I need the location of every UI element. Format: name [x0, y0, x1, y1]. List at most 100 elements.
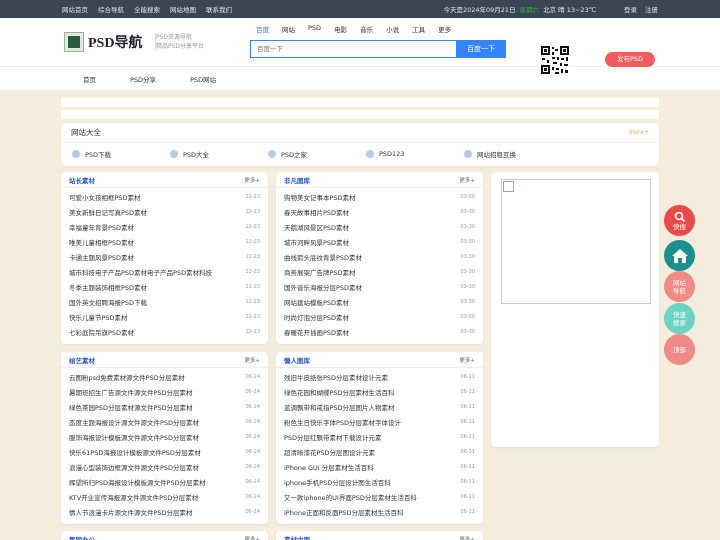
item-title[interactable]: 又一款iphone的UI界面PSD分层素材生活百科 — [284, 492, 417, 502]
list-item[interactable]: 超清晰漆花PSD分层图设计元素 06-11 — [284, 444, 475, 459]
search-tab-psd[interactable]: PSD — [308, 24, 321, 34]
item-title[interactable]: 幸福童年背景PSD素材 — [69, 222, 134, 232]
top-link-sitemap[interactable]: 网站地图 — [170, 4, 196, 14]
list-item[interactable]: 态度主题海报设计源文件源文件PSD分层素材 06-24 — [69, 414, 260, 429]
panel-more-link[interactable]: 更多+ — [459, 535, 475, 540]
search-tab-music[interactable]: 音乐 — [360, 24, 373, 34]
top-link-nav[interactable]: 综合导航 — [98, 4, 124, 14]
float-site-nav-button[interactable]: 网站 导航 — [664, 271, 695, 302]
panel-more-link[interactable]: 更多+ — [459, 176, 475, 184]
item-title[interactable]: iPhone GUI 分层素材生活百科 — [284, 462, 374, 472]
list-item[interactable]: 唯美儿童相框PSD素材 12-23 — [69, 234, 260, 249]
list-item[interactable]: 快乐61PSD海报设计模板源文件PSD分层素材 06-24 — [69, 444, 260, 459]
panel-more-link[interactable]: 更多+ — [244, 535, 260, 540]
list-item[interactable]: 浪漫心型装饰边框源文件源文件PSD分层素材 06-24 — [69, 459, 260, 474]
site-link[interactable]: PSD123 — [366, 150, 464, 158]
item-title[interactable]: 美女新鲜日记写真PSD素材 — [69, 207, 147, 217]
list-item[interactable]: 购物美女记事本PSD素材 03-30 — [284, 189, 475, 204]
search-tab-tools[interactable]: 工具 — [412, 24, 425, 34]
list-item[interactable]: 商务展架广告牌PSD素材 03-30 — [284, 264, 475, 279]
item-title[interactable]: 辉望所归PSD海报设计模板源文件PSD分层素材 — [69, 477, 206, 487]
nav-psd-sites[interactable]: PSD网站 — [190, 74, 216, 84]
site-link[interactable]: 网站招租互换 — [464, 149, 562, 159]
list-item[interactable]: iPhone GUI 分层素材生活百科 06-11 — [284, 459, 475, 474]
list-item[interactable]: 时尚灯泡分层PSD素材 03-30 — [284, 309, 475, 324]
item-title[interactable]: 快乐61PSD海报设计模板源文件PSD分层素材 — [69, 447, 201, 457]
list-item[interactable]: 城市河畔风景PSD素材 03-30 — [284, 234, 475, 249]
list-item[interactable]: 天鹅湖风景区PSD素材 03-30 — [284, 219, 475, 234]
item-title[interactable]: 网站建站模板PSD素材 — [284, 297, 349, 307]
search-tab-novel[interactable]: 小说 — [386, 24, 399, 34]
search-tab-more[interactable]: 更多 — [438, 24, 451, 34]
item-title[interactable]: 服饰海报设计模板源文件源文件PSD分层素材 — [69, 432, 199, 442]
item-title[interactable]: 粉色生日快乐字体PSD分层素材字体设计 — [284, 417, 401, 427]
search-button[interactable]: 百度一下 — [456, 40, 506, 58]
search-tab-sites[interactable]: 网站 — [282, 24, 295, 34]
broken-image-icon[interactable] — [501, 179, 651, 304]
list-item[interactable]: iPhone正面和反面PSD分层素材生活百科 06-11 — [284, 504, 475, 519]
list-item[interactable]: 残旧牛皮纸张PSD分层素材设计元素 06-11 — [284, 369, 475, 384]
list-item[interactable]: 美女新鲜日记写真PSD素材 12-23 — [69, 204, 260, 219]
nav-psd-share[interactable]: PSD分享 — [130, 74, 156, 84]
float-home-button[interactable] — [664, 240, 695, 271]
list-item[interactable]: 粉色生日快乐字体PSD分层素材字体设计 06-11 — [284, 414, 475, 429]
item-title[interactable]: 超清晰漆花PSD分层图设计元素 — [284, 447, 375, 457]
list-item[interactable]: 国外音乐海报分层PSD素材 03-30 — [284, 279, 475, 294]
site-link[interactable]: PSD大全 — [170, 149, 268, 159]
list-item[interactable]: 又一款iphone的UI界面PSD分层素材生活百科 06-11 — [284, 489, 475, 504]
search-tab-baidu[interactable]: 百度 — [256, 24, 269, 34]
list-item[interactable]: 七彩庭院吊旗PSD素材 12-23 — [69, 324, 260, 339]
top-link-search[interactable]: 全能搜索 — [134, 4, 160, 14]
item-title[interactable]: 浪漫心型装饰边框源文件源文件PSD分层素材 — [69, 462, 199, 472]
item-title[interactable]: 城市河畔风景PSD素材 — [284, 237, 349, 247]
site-link[interactable]: PSD之家 — [268, 149, 366, 159]
item-title[interactable]: 冬季主题装饰相框PSD素材 — [69, 282, 147, 292]
item-title[interactable]: 商务展架广告牌PSD素材 — [284, 267, 356, 277]
item-title[interactable]: 残旧牛皮纸张PSD分层素材设计元素 — [284, 372, 388, 382]
register-link[interactable]: 注册 — [645, 4, 658, 14]
item-title[interactable]: 快乐儿童节PSD素材 — [69, 312, 128, 322]
item-title[interactable]: 蓝调飘带和戒指PSD分层图片人物素材 — [284, 402, 395, 412]
item-title[interactable]: 春天故事相片PSD素材 — [284, 207, 349, 217]
item-title[interactable]: 可爱小女孩相框PSD素材 — [69, 192, 141, 202]
site-link[interactable]: PSD下载 — [72, 149, 170, 159]
item-title[interactable]: 绿色茶园PSD分层素材源文件PSD分层素材 — [69, 402, 193, 412]
list-item[interactable]: 情人节浪漫卡片源文件源文件PSD分层素材 06-24 — [69, 504, 260, 519]
float-fast-search-button[interactable]: 快速 搜索 — [664, 303, 695, 334]
list-item[interactable]: PSD分层红飘带素材下载设计元素 06-11 — [284, 429, 475, 444]
item-title[interactable]: iPhone正面和反面PSD分层素材生活百科 — [284, 507, 404, 517]
search-input[interactable] — [250, 40, 456, 58]
top-link-home[interactable]: 网站首页 — [62, 4, 88, 14]
item-title[interactable]: 国外英文招聘海报PSD下载 — [69, 297, 147, 307]
item-title[interactable]: 天鹅湖风景区PSD素材 — [284, 222, 349, 232]
list-item[interactable]: 绿色花园和蝴蝶PSD分层素材生活百科 06-11 — [284, 384, 475, 399]
item-title[interactable]: 绿色花园和蝴蝶PSD分层素材生活百科 — [284, 387, 395, 397]
sites-more-link[interactable]: more+ — [628, 129, 649, 136]
list-item[interactable]: 幸福童年背景PSD素材 12-23 — [69, 219, 260, 234]
list-item[interactable]: 云图粉psd免费素材源文件PSD分层素材 06-24 — [69, 369, 260, 384]
list-item[interactable]: KTV开业宣传海报源文件源文件PSD分层素材 06-24 — [69, 489, 260, 504]
item-title[interactable]: PSD分层红飘带素材下载设计元素 — [284, 432, 382, 442]
top-link-contact[interactable]: 联系我们 — [206, 4, 232, 14]
panel-more-link[interactable]: 更多+ — [244, 356, 260, 364]
item-title[interactable]: 城市科技电子产品PSD素材电子产品PSD素材科技 — [69, 267, 212, 277]
item-title[interactable]: iphone手机PSD分层设计图生活百科 — [284, 477, 391, 487]
item-title[interactable]: 唯美儿童相框PSD素材 — [69, 237, 134, 247]
item-title[interactable]: 暑期班招生广告源文件源文件PSD分层素材 — [69, 387, 193, 397]
item-title[interactable]: 购物美女记事本PSD素材 — [284, 192, 356, 202]
item-title[interactable]: 曲线箭头底纹背景PSD素材 — [284, 252, 362, 262]
item-title[interactable]: 情人节浪漫卡片源文件源文件PSD分层素材 — [69, 507, 193, 517]
list-item[interactable]: 冬季主题装饰相框PSD素材 12-23 — [69, 279, 260, 294]
list-item[interactable]: 网站建站模板PSD素材 03-30 — [284, 294, 475, 309]
list-item[interactable]: iphone手机PSD分层设计图生活百科 06-11 — [284, 474, 475, 489]
list-item[interactable]: 蓝调飘带和戒指PSD分层图片人物素材 06-11 — [284, 399, 475, 414]
list-item[interactable]: 辉望所归PSD海报设计模板源文件PSD分层素材 06-24 — [69, 474, 260, 489]
list-item[interactable]: 国外英文招聘海报PSD下载 12-23 — [69, 294, 260, 309]
float-quick-search-button[interactable]: 快搜 — [664, 205, 695, 236]
list-item[interactable]: 暑期班招生广告源文件源文件PSD分层素材 06-24 — [69, 384, 260, 399]
panel-more-link[interactable]: 更多+ — [459, 356, 475, 364]
item-title[interactable]: 态度主题海报设计源文件源文件PSD分层素材 — [69, 417, 199, 427]
list-item[interactable]: 春天故事相片PSD素材 03-30 — [284, 204, 475, 219]
list-item[interactable]: 快乐儿童节PSD素材 12-23 — [69, 309, 260, 324]
list-item[interactable]: 曲线箭头底纹背景PSD素材 03-30 — [284, 249, 475, 264]
